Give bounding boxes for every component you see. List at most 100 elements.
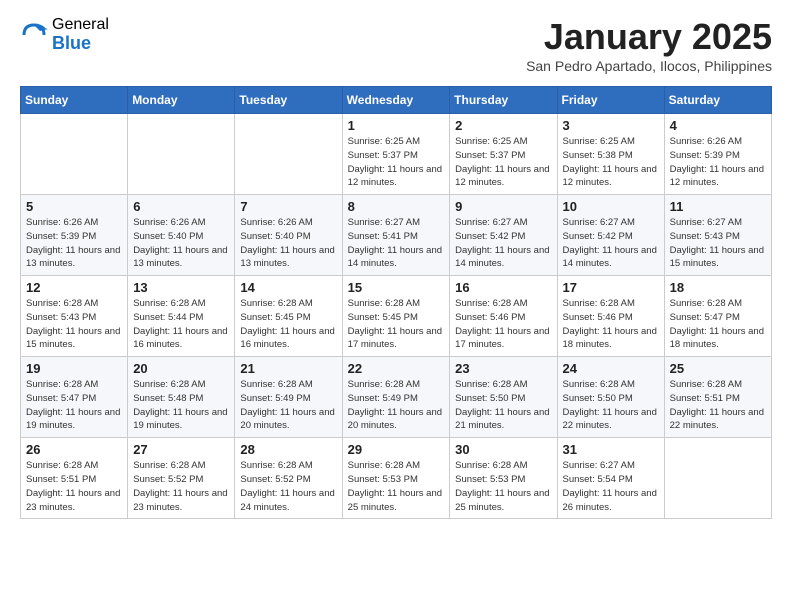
weekday-header-friday: Friday [557, 87, 664, 114]
day-info: Sunrise: 6:28 AM Sunset: 5:51 PM Dayligh… [26, 459, 122, 514]
day-cell: 21Sunrise: 6:28 AM Sunset: 5:49 PM Dayli… [235, 357, 342, 438]
day-cell: 28 Sunrise: 6:28 AM Sunset: 5:52 PM Dayli… [235, 438, 342, 519]
day-number: 11 [670, 199, 766, 214]
day-info: Sunrise: 6:28 AM Sunset: 5:53 PM Dayligh… [348, 459, 445, 514]
day-info: Sunrise: 6:27 AM Sunset: 5:42 PM Dayligh… [563, 216, 659, 271]
weekday-header-row: SundayMondayTuesdayWednesdayThursdayFrid… [21, 87, 772, 114]
day-info: Sunrise: 6:28 AM Sunset: 5:53 PM Dayligh… [455, 459, 551, 514]
day-cell [128, 114, 235, 195]
day-number: 18 [670, 280, 766, 295]
day-cell: 27 Sunrise: 6:28 AM Sunset: 5:52 PM Dayli… [128, 438, 235, 519]
day-cell: 7Sunrise: 6:26 AM Sunset: 5:40 PM Daylig… [235, 195, 342, 276]
day-number: 25 [670, 361, 766, 376]
day-cell: 20 Sunrise: 6:28 AM Sunset: 5:48 PM Dayli… [128, 357, 235, 438]
day-number: 10 [563, 199, 659, 214]
day-cell: 10 Sunrise: 6:27 AM Sunset: 5:42 PM Dayli… [557, 195, 664, 276]
day-cell: 15Sunrise: 6:28 AM Sunset: 5:45 PM Dayli… [342, 276, 450, 357]
day-info: Sunrise: 6:28 AM Sunset: 5:43 PM Dayligh… [26, 297, 122, 352]
week-row-1: 1 Sunrise: 6:25 AM Sunset: 5:37 PM Daylig… [21, 114, 772, 195]
day-number: 3 [563, 118, 659, 133]
day-info: Sunrise: 6:28 AM Sunset: 5:47 PM Dayligh… [26, 378, 122, 433]
day-cell: 18 Sunrise: 6:28 AM Sunset: 5:47 PM Dayli… [664, 276, 771, 357]
day-cell: 24 Sunrise: 6:28 AM Sunset: 5:50 PM Dayli… [557, 357, 664, 438]
day-cell: 6 Sunrise: 6:26 AM Sunset: 5:40 PM Daylig… [128, 195, 235, 276]
day-info: Sunrise: 6:27 AM Sunset: 5:42 PM Dayligh… [455, 216, 551, 271]
day-number: 15 [348, 280, 445, 295]
day-cell: 14 Sunrise: 6:28 AM Sunset: 5:45 PM Dayli… [235, 276, 342, 357]
day-number: 23 [455, 361, 551, 376]
day-number: 1 [348, 118, 445, 133]
day-number: 8 [348, 199, 445, 214]
day-info: Sunrise: 6:25 AM Sunset: 5:38 PM Dayligh… [563, 135, 659, 190]
weekday-header-saturday: Saturday [664, 87, 771, 114]
weekday-header-sunday: Sunday [21, 87, 128, 114]
weekday-header-wednesday: Wednesday [342, 87, 450, 114]
calendar-title: January 2025 [526, 16, 772, 58]
logo-text: General Blue [52, 16, 109, 53]
day-number: 5 [26, 199, 122, 214]
day-info: Sunrise: 6:28 AM Sunset: 5:44 PM Dayligh… [133, 297, 229, 352]
day-cell: 23 Sunrise: 6:28 AM Sunset: 5:50 PM Dayli… [450, 357, 557, 438]
day-cell: 11Sunrise: 6:27 AM Sunset: 5:43 PM Dayli… [664, 195, 771, 276]
day-cell [235, 114, 342, 195]
day-cell: 2Sunrise: 6:25 AM Sunset: 5:37 PM Daylig… [450, 114, 557, 195]
day-cell: 16Sunrise: 6:28 AM Sunset: 5:46 PM Dayli… [450, 276, 557, 357]
day-cell: 26 Sunrise: 6:28 AM Sunset: 5:51 PM Dayli… [21, 438, 128, 519]
title-block: January 2025 San Pedro Apartado, Ilocos,… [526, 16, 772, 74]
day-number: 26 [26, 442, 122, 457]
day-info: Sunrise: 6:26 AM Sunset: 5:39 PM Dayligh… [670, 135, 766, 190]
week-row-2: 5 Sunrise: 6:26 AM Sunset: 5:39 PM Daylig… [21, 195, 772, 276]
day-info: Sunrise: 6:28 AM Sunset: 5:46 PM Dayligh… [563, 297, 659, 352]
day-number: 29 [348, 442, 445, 457]
day-info: Sunrise: 6:28 AM Sunset: 5:51 PM Dayligh… [670, 378, 766, 433]
day-number: 17 [563, 280, 659, 295]
day-number: 31 [563, 442, 659, 457]
day-number: 6 [133, 199, 229, 214]
day-info: Sunrise: 6:28 AM Sunset: 5:52 PM Dayligh… [240, 459, 336, 514]
day-number: 16 [455, 280, 551, 295]
day-info: Sunrise: 6:28 AM Sunset: 5:48 PM Dayligh… [133, 378, 229, 433]
day-info: Sunrise: 6:26 AM Sunset: 5:40 PM Dayligh… [240, 216, 336, 271]
day-cell: 5 Sunrise: 6:26 AM Sunset: 5:39 PM Daylig… [21, 195, 128, 276]
day-info: Sunrise: 6:28 AM Sunset: 5:49 PM Dayligh… [348, 378, 445, 433]
day-cell: 8Sunrise: 6:27 AM Sunset: 5:41 PM Daylig… [342, 195, 450, 276]
day-info: Sunrise: 6:25 AM Sunset: 5:37 PM Dayligh… [455, 135, 551, 190]
calendar-table: SundayMondayTuesdayWednesdayThursdayFrid… [20, 86, 772, 519]
day-number: 19 [26, 361, 122, 376]
day-info: Sunrise: 6:26 AM Sunset: 5:40 PM Dayligh… [133, 216, 229, 271]
week-row-3: 12Sunrise: 6:28 AM Sunset: 5:43 PM Dayli… [21, 276, 772, 357]
day-info: Sunrise: 6:25 AM Sunset: 5:37 PM Dayligh… [348, 135, 445, 190]
day-info: Sunrise: 6:28 AM Sunset: 5:45 PM Dayligh… [240, 297, 336, 352]
day-number: 24 [563, 361, 659, 376]
calendar-location: San Pedro Apartado, Ilocos, Philippines [526, 58, 772, 74]
day-cell: 22 Sunrise: 6:28 AM Sunset: 5:49 PM Dayli… [342, 357, 450, 438]
logo-icon [20, 21, 48, 49]
day-cell: 25 Sunrise: 6:28 AM Sunset: 5:51 PM Dayli… [664, 357, 771, 438]
day-number: 21 [240, 361, 336, 376]
day-number: 4 [670, 118, 766, 133]
logo-general: General [52, 16, 109, 34]
page-header: General Blue January 2025 San Pedro Apar… [20, 16, 772, 74]
weekday-header-monday: Monday [128, 87, 235, 114]
day-info: Sunrise: 6:28 AM Sunset: 5:50 PM Dayligh… [455, 378, 551, 433]
day-number: 28 [240, 442, 336, 457]
week-row-4: 19 Sunrise: 6:28 AM Sunset: 5:47 PM Dayli… [21, 357, 772, 438]
day-info: Sunrise: 6:28 AM Sunset: 5:52 PM Dayligh… [133, 459, 229, 514]
day-number: 27 [133, 442, 229, 457]
day-cell: 29 Sunrise: 6:28 AM Sunset: 5:53 PM Dayli… [342, 438, 450, 519]
week-row-5: 26 Sunrise: 6:28 AM Sunset: 5:51 PM Dayli… [21, 438, 772, 519]
day-number: 30 [455, 442, 551, 457]
day-number: 22 [348, 361, 445, 376]
day-cell: 31Sunrise: 6:27 AM Sunset: 5:54 PM Dayli… [557, 438, 664, 519]
day-cell: 9Sunrise: 6:27 AM Sunset: 5:42 PM Daylig… [450, 195, 557, 276]
day-cell [664, 438, 771, 519]
day-cell: 30 Sunrise: 6:28 AM Sunset: 5:53 PM Dayli… [450, 438, 557, 519]
day-number: 20 [133, 361, 229, 376]
day-info: Sunrise: 6:28 AM Sunset: 5:50 PM Dayligh… [563, 378, 659, 433]
day-number: 14 [240, 280, 336, 295]
weekday-header-tuesday: Tuesday [235, 87, 342, 114]
logo: General Blue [20, 16, 109, 53]
day-info: Sunrise: 6:26 AM Sunset: 5:39 PM Dayligh… [26, 216, 122, 271]
day-info: Sunrise: 6:28 AM Sunset: 5:47 PM Dayligh… [670, 297, 766, 352]
logo-blue: Blue [52, 34, 109, 54]
